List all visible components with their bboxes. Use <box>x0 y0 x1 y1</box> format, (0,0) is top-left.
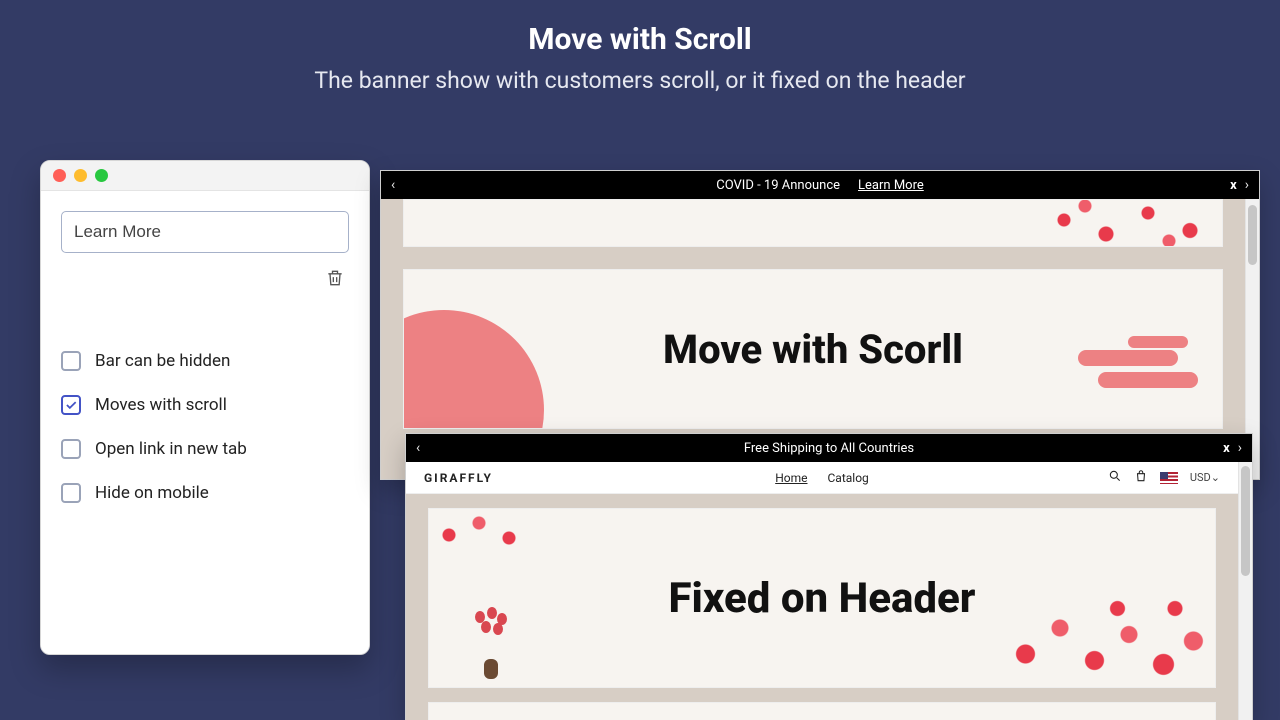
bar-close-icon[interactable]: x <box>1223 441 1230 456</box>
delete-icon[interactable] <box>325 274 345 293</box>
currency-selector[interactable]: USD⌄ <box>1190 471 1220 484</box>
window-minimize-icon[interactable] <box>74 169 87 182</box>
checkbox-icon <box>61 439 81 459</box>
banner-title: Fixed on Header <box>669 574 976 623</box>
nav-catalog-link[interactable]: Catalog <box>828 471 869 485</box>
bar-prev-icon[interactable]: ‹ <box>416 440 420 456</box>
flower-art-icon <box>1022 199 1223 247</box>
bar-close-icon[interactable]: x <box>1230 178 1237 193</box>
window-titlebar <box>41 161 369 191</box>
flower-art-icon <box>991 563 1216 688</box>
page-canvas: Fixed on Header <box>406 494 1238 720</box>
option-label: Hide on mobile <box>95 483 209 503</box>
cloud-art-icon <box>1078 340 1198 400</box>
checkbox-checked-icon <box>61 395 81 415</box>
balloons-art-icon <box>469 607 513 679</box>
search-icon[interactable] <box>1108 469 1122 486</box>
window-zoom-icon[interactable] <box>95 169 108 182</box>
banner-slice-top <box>403 199 1223 247</box>
option-hide-mobile[interactable]: Hide on mobile <box>61 483 349 503</box>
bar-next-icon[interactable]: › <box>1238 440 1242 456</box>
bar-message: Free Shipping to All Countries <box>744 441 914 456</box>
nav-home-link[interactable]: Home <box>775 471 807 485</box>
bar-learn-more-link[interactable]: Learn More <box>858 178 924 193</box>
page-title: Move with Scroll <box>0 22 1280 57</box>
option-label: Bar can be hidden <box>95 351 230 371</box>
announce-bar: ‹ Free Shipping to All Countries x › <box>406 434 1252 462</box>
settings-window: Bar can be hidden Moves with scroll Open… <box>40 160 370 655</box>
scrollbar[interactable] <box>1238 462 1252 720</box>
us-flag-icon <box>1160 472 1178 484</box>
bar-prev-icon[interactable]: ‹ <box>391 177 395 193</box>
store-header: GIRAFFLY Home Catalog USD⌄ <box>406 462 1238 494</box>
hero-banner: Move with Scorll <box>403 269 1223 429</box>
bar-message: COVID - 19 Announce <box>716 178 840 193</box>
checkbox-icon <box>61 483 81 503</box>
announce-bar: ‹ COVID - 19 Announce Learn More x › <box>381 171 1259 199</box>
option-label: Open link in new tab <box>95 439 247 459</box>
option-bar-hidden[interactable]: Bar can be hidden <box>61 351 349 371</box>
option-moves-with-scroll[interactable]: Moves with scroll <box>61 395 349 415</box>
bag-icon[interactable] <box>1134 469 1148 486</box>
store-logo[interactable]: GIRAFFLY <box>424 471 493 485</box>
sun-art-icon <box>403 310 544 429</box>
window-close-icon[interactable] <box>53 169 66 182</box>
banner-title: Move with Scorll <box>663 326 963 373</box>
checkbox-icon <box>61 351 81 371</box>
link-text-input[interactable] <box>61 211 349 253</box>
hero-banner: Fixed on Header <box>428 508 1216 688</box>
bar-next-icon[interactable]: › <box>1245 177 1249 193</box>
option-open-new-tab[interactable]: Open link in new tab <box>61 439 349 459</box>
flower-art-icon <box>428 508 545 565</box>
banner-slice-bottom <box>428 702 1216 720</box>
preview-fixed-on-header: ‹ Free Shipping to All Countries x › GIR… <box>405 433 1253 720</box>
option-label: Moves with scroll <box>95 395 227 415</box>
page-subtitle: The banner show with customers scroll, o… <box>0 67 1280 94</box>
